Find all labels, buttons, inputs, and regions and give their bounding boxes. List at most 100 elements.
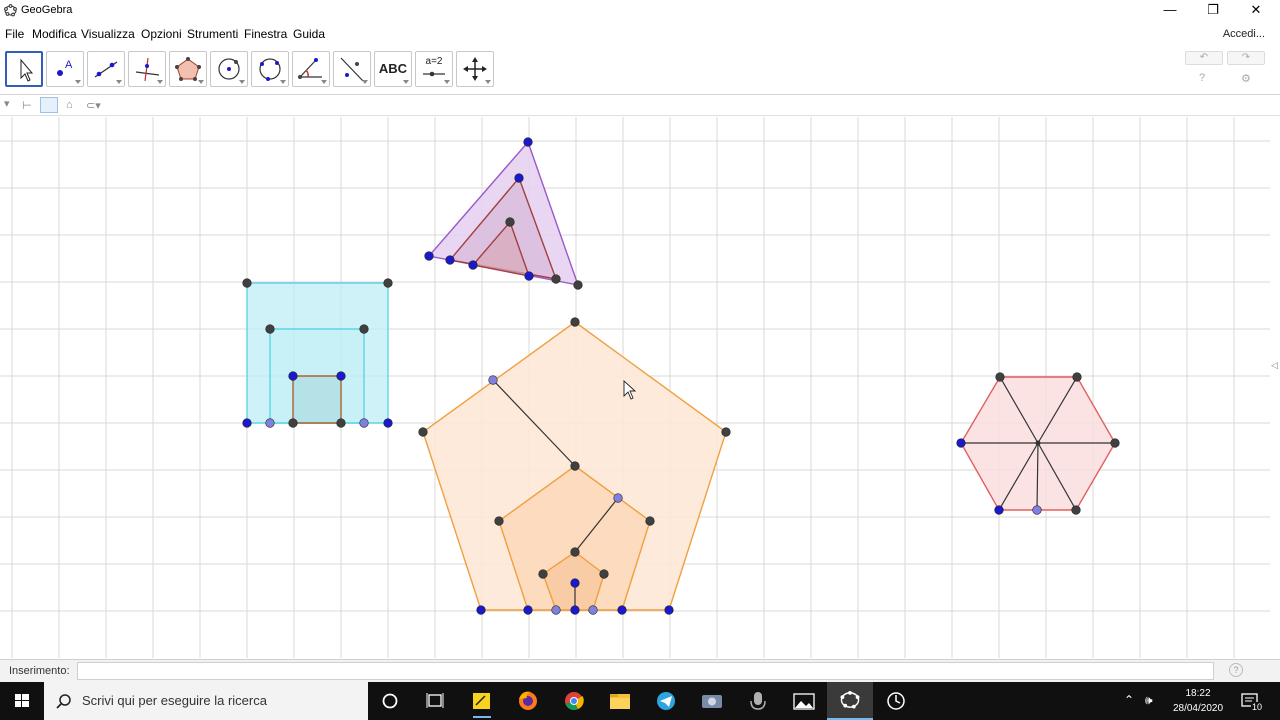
task-view-icon[interactable]: [413, 682, 459, 720]
pentagon-vertex-point[interactable]: [645, 516, 655, 526]
square-vertex-point[interactable]: [265, 418, 275, 428]
style-bar-toggle-icon[interactable]: ▾: [4, 97, 10, 110]
hexagon-vertex-point[interactable]: [995, 372, 1005, 382]
taskbar-search-box[interactable]: Scrivi qui per eseguire la ricerca: [44, 682, 368, 720]
menu-strumenti[interactable]: Strumenti: [187, 27, 238, 41]
pentagon-vertex-point[interactable]: [476, 605, 486, 615]
hexagon-vertex-point[interactable]: [994, 505, 1004, 515]
input-field[interactable]: [77, 662, 1214, 680]
square-vertex-point[interactable]: [242, 418, 252, 428]
hexagon-vertex-point[interactable]: [1032, 505, 1042, 515]
telegram-icon[interactable]: [643, 682, 689, 720]
square-vertex-point[interactable]: [359, 324, 369, 334]
firefox-icon[interactable]: [505, 682, 551, 720]
pentagon-vertex-point[interactable]: [588, 605, 598, 615]
menu-guida[interactable]: Guida: [293, 27, 325, 41]
pentagon-vertex-point[interactable]: [617, 605, 627, 615]
text-tool-button[interactable]: ABC: [374, 51, 412, 87]
square-vertex-point[interactable]: [288, 371, 298, 381]
clock-app-icon[interactable]: [873, 682, 919, 720]
home-icon[interactable]: ⌂: [66, 99, 73, 111]
hexagon-center-point[interactable]: [1035, 440, 1041, 446]
side-panel-handle-icon[interactable]: ◁: [1271, 360, 1278, 371]
triangle-vertex-point[interactable]: [514, 173, 524, 183]
square-vertex-point[interactable]: [336, 418, 346, 428]
voice-recorder-icon[interactable]: [735, 682, 781, 720]
pentagon-vertex-point[interactable]: [494, 516, 504, 526]
square-vertex-point[interactable]: [242, 278, 252, 288]
square-inner[interactable]: [292, 375, 342, 424]
pentagon-vertex-point[interactable]: [538, 569, 548, 579]
square-vertex-point[interactable]: [265, 324, 275, 334]
volume-icon[interactable]: 🕪: [1145, 693, 1153, 708]
settings-gear-icon[interactable]: ⚙: [1241, 72, 1251, 85]
graphics-canvas[interactable]: [0, 117, 1270, 658]
pentagon-vertex-point[interactable]: [523, 605, 533, 615]
sign-in-link[interactable]: Accedi...: [1223, 28, 1265, 40]
sticky-notes-icon[interactable]: [459, 682, 505, 720]
pentagon-vertex-point[interactable]: [570, 317, 580, 327]
hexagon-vertex-point[interactable]: [1072, 372, 1082, 382]
hexagon-vertex-point[interactable]: [956, 438, 966, 448]
pentagon-vertex-point[interactable]: [551, 605, 561, 615]
axes-toggle-icon[interactable]: ⊢: [22, 99, 32, 112]
help-icon[interactable]: ?: [1199, 72, 1205, 84]
move-tool-button[interactable]: [5, 51, 43, 87]
menu-finestra[interactable]: Finestra: [244, 27, 287, 41]
tray-chevron-icon[interactable]: ⌃: [1124, 693, 1134, 707]
hexagon-vertex-point[interactable]: [1071, 505, 1081, 515]
reflect-tool-button[interactable]: [333, 51, 371, 87]
menu-opzioni[interactable]: Opzioni: [141, 27, 182, 41]
taskbar-clock[interactable]: 18:22 28/04/2020: [1168, 686, 1228, 716]
minimize-button[interactable]: —: [1148, 0, 1192, 22]
triangle-vertex-point[interactable]: [424, 251, 434, 261]
pentagon-vertex-point[interactable]: [664, 605, 674, 615]
pentagon-vertex-point[interactable]: [599, 569, 609, 579]
pentagon-vertex-point[interactable]: [570, 461, 580, 471]
hexagon-vertex-point[interactable]: [1110, 438, 1120, 448]
perpendicular-tool-button[interactable]: [128, 51, 166, 87]
square-vertex-point[interactable]: [288, 418, 298, 428]
triangle-vertex-point[interactable]: [445, 255, 455, 265]
pentagon-vertex-point[interactable]: [418, 427, 428, 437]
cortana-icon[interactable]: [368, 682, 414, 720]
camera-icon[interactable]: [689, 682, 735, 720]
pentagon-vertex-point[interactable]: [721, 427, 731, 437]
triangle-vertex-point[interactable]: [573, 280, 583, 290]
circle-three-points-tool-button[interactable]: [251, 51, 289, 87]
point-capture-icon[interactable]: ⊂▾: [86, 99, 101, 112]
line-tool-button[interactable]: [87, 51, 125, 87]
file-explorer-icon[interactable]: [597, 682, 643, 720]
polygon-tool-button[interactable]: [169, 51, 207, 87]
graphics-view[interactable]: [0, 117, 1270, 658]
menu-visualizza[interactable]: Visualizza: [81, 27, 135, 41]
menu-file[interactable]: File: [5, 27, 24, 41]
photos-icon[interactable]: [781, 682, 827, 720]
chrome-icon[interactable]: [551, 682, 597, 720]
square-vertex-point[interactable]: [336, 371, 346, 381]
move-view-tool-button[interactable]: [456, 51, 494, 87]
input-help-icon[interactable]: ?: [1229, 663, 1243, 677]
pentagon-vertex-point[interactable]: [613, 493, 623, 503]
square-vertex-point[interactable]: [383, 278, 393, 288]
restore-button[interactable]: ❐: [1191, 0, 1235, 22]
pentagon-vertex-point[interactable]: [570, 547, 580, 557]
point-tool-button[interactable]: A: [46, 51, 84, 87]
slider-tool-button[interactable]: a=2: [415, 51, 453, 87]
redo-button[interactable]: ↷: [1227, 51, 1265, 65]
angle-tool-button[interactable]: [292, 51, 330, 87]
pentagon-vertex-point[interactable]: [488, 375, 498, 385]
triangle-vertex-point[interactable]: [523, 137, 533, 147]
menu-modifica[interactable]: Modifica: [32, 27, 77, 41]
grid-toggle-icon[interactable]: [40, 97, 58, 113]
triangle-vertex-point[interactable]: [468, 260, 478, 270]
triangle-vertex-point[interactable]: [524, 271, 534, 281]
triangle-vertex-point[interactable]: [551, 274, 561, 284]
pentagon-vertex-point[interactable]: [570, 605, 580, 615]
pentagon-vertex-point[interactable]: [570, 578, 580, 588]
square-vertex-point[interactable]: [383, 418, 393, 428]
geogebra-taskbar-icon[interactable]: [827, 682, 873, 720]
close-button[interactable]: ✕: [1234, 0, 1278, 22]
windows-start-icon[interactable]: [0, 682, 44, 720]
circle-tool-button[interactable]: [210, 51, 248, 87]
